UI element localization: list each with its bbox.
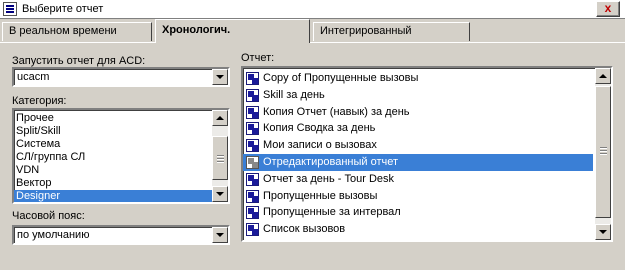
timezone-select[interactable]: по умолчанию <box>12 225 230 245</box>
category-item[interactable]: СЛ/группа СЛ <box>14 151 228 164</box>
report-listbox[interactable]: Copy of Пропущенные вызовы Skill за день… <box>241 66 613 242</box>
report-icon <box>246 172 259 186</box>
category-item[interactable]: Прочее <box>14 112 228 125</box>
category-item[interactable]: Система <box>14 138 228 151</box>
report-item[interactable]: Копия Сводка за день <box>243 120 611 137</box>
report-icon <box>246 122 259 136</box>
acd-select-value: ucacm <box>17 71 50 83</box>
scroll-down-icon[interactable] <box>212 186 228 202</box>
report-icon <box>246 105 259 119</box>
category-label: Категория: <box>12 95 67 107</box>
tab-divider <box>0 42 625 43</box>
report-item-label: Copy of Пропущенные вызовы <box>263 72 419 84</box>
report-item-label: Список вызовов <box>263 223 346 236</box>
category-scrollbar[interactable] <box>212 110 228 202</box>
tab-realtime[interactable]: В реальном времени <box>2 22 152 41</box>
report-item[interactable]: Список вызовов <box>243 221 611 238</box>
report-item[interactable]: Пропущенные за интервал <box>243 204 611 221</box>
scroll-down-icon[interactable] <box>595 224 611 240</box>
close-button[interactable]: x <box>596 1 620 17</box>
scroll-thumb[interactable] <box>212 136 228 180</box>
chevron-down-icon[interactable] <box>212 69 228 85</box>
scroll-thumb[interactable] <box>595 86 611 218</box>
acd-label: Запустить отчет для ACD: <box>12 55 146 67</box>
report-item[interactable]: Копия Отчет (навык) за день <box>243 104 611 121</box>
report-item-label: Мои записи о вызовах <box>263 139 377 152</box>
timezone-select-value: по умолчанию <box>17 229 90 241</box>
report-icon <box>246 88 259 102</box>
chevron-down-icon[interactable] <box>212 227 228 243</box>
report-icon <box>246 139 259 153</box>
report-item-selected[interactable]: Отредактированный отчет <box>243 153 593 171</box>
report-icon <box>246 72 259 85</box>
report-item[interactable]: Skill за день <box>243 87 611 104</box>
category-item[interactable]: VDN <box>14 164 228 177</box>
category-item[interactable]: Split/Skill <box>14 125 228 138</box>
report-item[interactable]: Отчет за день - Tour Desk <box>243 171 611 188</box>
report-item-label: Пропущенные за интервал <box>263 206 401 219</box>
report-icon <box>246 206 259 220</box>
report-icon <box>246 155 259 169</box>
report-icon <box>246 189 259 203</box>
tab-integrated[interactable]: Интегрированный <box>313 22 470 41</box>
title-bar: Выберите отчет x <box>0 0 625 19</box>
report-item[interactable]: Мои записи о вызовах <box>243 137 611 154</box>
report-item[interactable]: Пропущенные вызовы <box>243 188 611 205</box>
tab-row: В реальном времени Хронологич. Интегриро… <box>0 19 625 43</box>
acd-select[interactable]: ucacm <box>12 67 230 87</box>
app-icon <box>3 2 17 16</box>
report-item-label: Skill за день <box>263 88 325 101</box>
report-item-label: Пропущенные вызовы <box>263 189 378 202</box>
tab-historical[interactable]: Хронологич. <box>155 19 310 43</box>
report-scrollbar[interactable] <box>595 68 611 240</box>
report-label: Отчет: <box>241 52 275 64</box>
report-item[interactable]: Copy of Пропущенные вызовы <box>243 70 611 87</box>
scroll-up-icon[interactable] <box>212 110 228 126</box>
report-item-label: Отчет за день - Tour Desk <box>263 172 395 185</box>
report-item-label: Отредактированный отчет <box>263 155 399 168</box>
timezone-label: Часовой пояс: <box>12 210 85 222</box>
category-item[interactable]: Вектор <box>14 177 228 190</box>
report-icon <box>246 223 259 237</box>
report-item-label: Копия Отчет (навык) за день <box>263 105 410 118</box>
category-listbox[interactable]: Прочее Split/Skill Система СЛ/группа СЛ … <box>12 108 230 204</box>
window-title: Выберите отчет <box>22 3 104 15</box>
scroll-up-icon[interactable] <box>595 68 611 84</box>
category-item-selected[interactable]: Designer <box>14 190 212 202</box>
report-item-label: Копия Сводка за день <box>263 122 376 135</box>
